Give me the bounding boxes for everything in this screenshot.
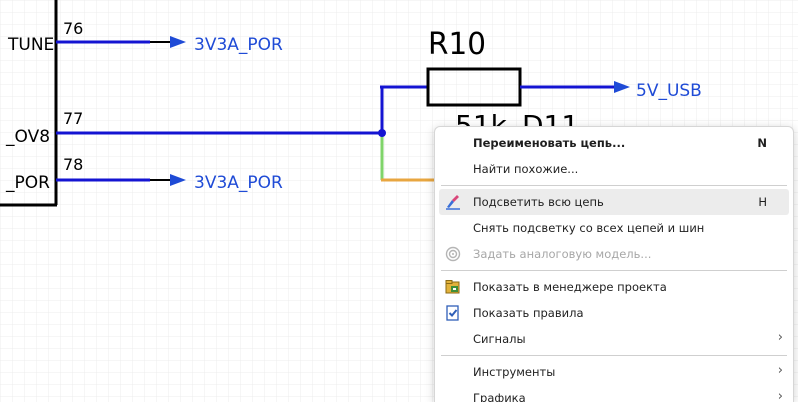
- highlight-net-icon: [445, 194, 461, 210]
- menu-item-highlight-net[interactable]: Подсветить всю цепь H: [439, 189, 789, 215]
- menu-item-label: Графика: [473, 391, 526, 402]
- chevron-right-icon: ›: [777, 363, 783, 378]
- menu-item-label: Показать правила: [473, 306, 584, 320]
- menu-item-show-in-project-manager[interactable]: Показать в менеджере проекта: [435, 274, 793, 300]
- menu-separator: [441, 355, 787, 356]
- menu-item-label: Снять подсветку со всех цепей и шин: [473, 221, 705, 235]
- resistor-designator: R10: [428, 27, 486, 62]
- menu-item-label: Подсветить всю цепь: [473, 195, 604, 209]
- menu-item-label: Инструменты: [473, 365, 556, 379]
- menu-item-find-similar[interactable]: Найти похожие...: [435, 156, 793, 182]
- menu-item-label: Найти похожие...: [473, 162, 579, 176]
- pin-78-net: _POR: [5, 173, 50, 193]
- pin-77-number: 77: [63, 109, 83, 128]
- analog-model-icon: [445, 246, 461, 262]
- menu-separator: [441, 270, 787, 271]
- pin-76-net: TUNE: [7, 35, 54, 55]
- port-label-top: 3V3A_POR: [194, 35, 283, 55]
- menu-item-label: Сигналы: [473, 332, 526, 346]
- menu-item-show-rules[interactable]: Показать правила: [435, 300, 793, 326]
- menu-separator: [441, 185, 787, 186]
- menu-item-tools[interactable]: Инструменты ›: [435, 359, 793, 385]
- menu-item-shortcut: H: [758, 195, 767, 209]
- context-menu: Переименовать цепь... N Найти похожие...…: [434, 126, 794, 402]
- menu-item-label: Задать аналоговую модель...: [473, 247, 652, 261]
- menu-item-signals[interactable]: Сигналы ›: [435, 326, 793, 352]
- menu-item-clear-highlight[interactable]: Снять подсветку со всех цепей и шин: [435, 215, 793, 241]
- menu-item-label: Показать в менеджере проекта: [473, 280, 667, 294]
- project-manager-icon: [445, 279, 461, 295]
- menu-item-analog-model: Задать аналоговую модель...: [435, 241, 793, 267]
- rules-icon: [445, 305, 461, 321]
- menu-item-label: Переименовать цепь...: [473, 136, 626, 150]
- chevron-right-icon: ›: [777, 330, 783, 345]
- menu-item-shortcut: N: [757, 136, 767, 150]
- port-label-bottom: 3V3A_POR: [194, 173, 283, 193]
- pin-78-number: 78: [63, 155, 83, 174]
- pin-76-number: 76: [63, 19, 83, 38]
- chevron-right-icon: ›: [777, 389, 783, 402]
- pin-77-net: _OV8: [5, 127, 50, 147]
- port-label-right: 5V_USB: [636, 81, 702, 101]
- menu-item-rename-net[interactable]: Переименовать цепь... N: [435, 130, 793, 156]
- junction-dot: [378, 129, 386, 137]
- menu-item-graphics[interactable]: Графика ›: [435, 385, 793, 402]
